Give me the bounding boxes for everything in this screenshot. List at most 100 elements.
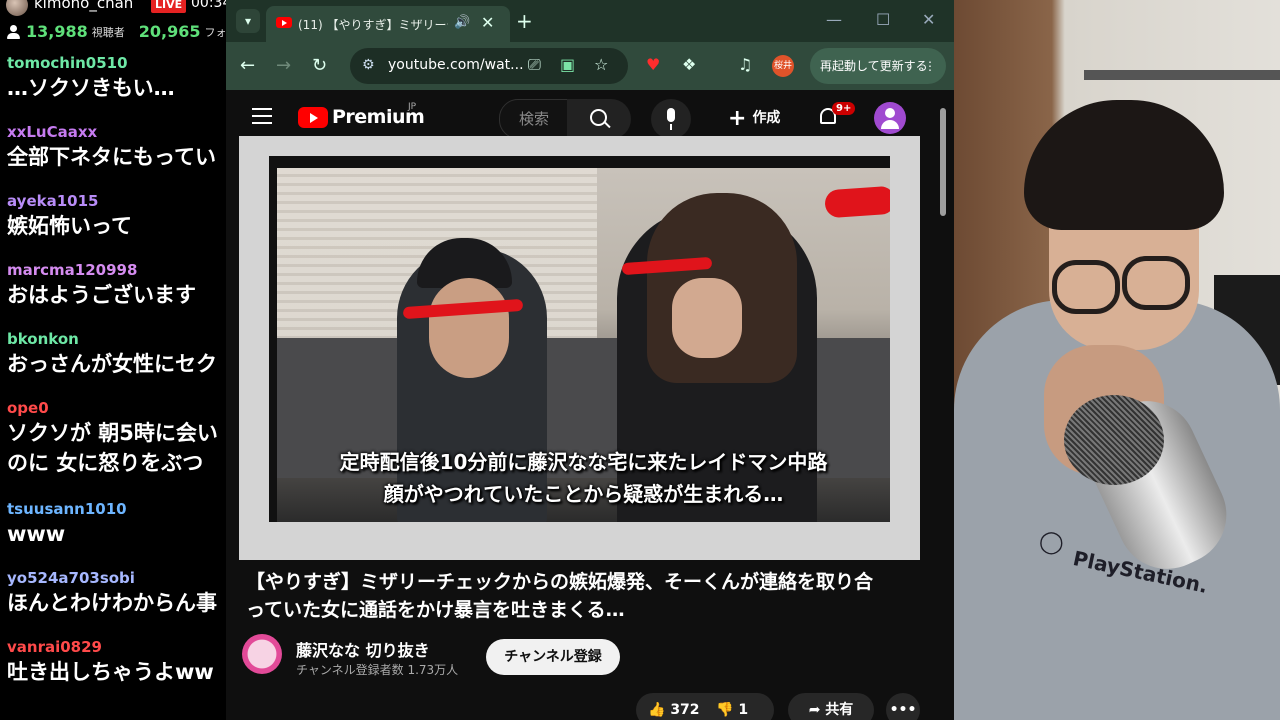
share-icon: ➦: [808, 702, 821, 718]
account-avatar[interactable]: [874, 102, 906, 134]
voice-search-button[interactable]: [651, 99, 691, 139]
bookmark-star-icon[interactable]: ☆: [594, 55, 608, 74]
relaunch-update-button[interactable]: 再起動して更新する ⋮: [810, 48, 946, 84]
like-dislike-group: 👍 372 👎 1: [636, 693, 774, 720]
create-button[interactable]: + 作成: [728, 106, 780, 131]
media-control-icon[interactable]: ♫: [738, 55, 752, 74]
chat-message: marcma120998 おはようございます: [7, 253, 226, 322]
chat-text: 嫉妬怖いって: [7, 214, 132, 238]
stream-stats: 13,988 視聴者 20,965 フォ: [6, 22, 226, 41]
create-label: 作成: [752, 110, 781, 126]
site-info-icon[interactable]: ⚙: [362, 57, 375, 73]
chat-text-continued: のに 女に怒りをぶつ: [7, 451, 204, 475]
browser-window: ▾ (11) 【やりすぎ】ミザリーチェック 🔊 ✕ + — ☐ ✕ ← → ↻ …: [226, 0, 954, 720]
viewer-label: 視聴者: [91, 25, 125, 39]
subscribe-button[interactable]: チャンネル登録: [486, 639, 620, 675]
close-tab-icon[interactable]: ✕: [481, 13, 494, 32]
like-button[interactable]: 👍 372: [648, 693, 700, 720]
thumbs-down-icon: 👎: [716, 702, 734, 718]
logo-region: JP: [408, 102, 417, 112]
chat-message: yo524a703sobi ほんとわけわからん事: [7, 561, 226, 630]
speaker-icon[interactable]: 🔊: [454, 15, 470, 30]
reload-icon[interactable]: ↻: [312, 55, 327, 76]
channel-name[interactable]: 藤沢なな 切り抜き: [296, 637, 430, 661]
chat-text: www: [7, 522, 66, 546]
streamer-webcam: ◯ PlayStation.: [954, 0, 1280, 720]
stream-time: 00:34: [191, 0, 226, 11]
chat-header: kimono_chan LIVE 00:34 13,988 視聴者 20,965…: [0, 0, 226, 46]
url-text: youtube.com/wat...: [388, 57, 524, 73]
back-icon[interactable]: ←: [240, 55, 255, 76]
profile-avatar[interactable]: 桜井: [772, 55, 794, 77]
lens-icon[interactable]: ▣: [560, 55, 575, 74]
live-badge: LIVE: [151, 0, 187, 13]
more-actions-button[interactable]: •••: [886, 693, 920, 720]
dislike-count: 1: [738, 702, 749, 718]
relaunch-update-label: 再起動して更新する: [820, 59, 928, 73]
forward-icon[interactable]: →: [276, 55, 291, 76]
minimize-icon[interactable]: —: [826, 10, 842, 29]
chat-username: bkonkon: [7, 330, 79, 348]
glasses: [1122, 256, 1190, 310]
stream-chat-panel: kimono_chan LIVE 00:34 13,988 視聴者 20,965…: [0, 0, 226, 720]
close-window-icon[interactable]: ✕: [922, 10, 935, 29]
search-icon: [590, 109, 607, 126]
video-title-line1: 【やりすぎ】ミザリーチェックからの嫉妬爆発、そーくんが連絡を取り合: [246, 571, 874, 593]
new-tab-button[interactable]: +: [516, 9, 533, 33]
install-app-icon[interactable]: ⎚: [528, 55, 541, 75]
chat-text: おはようございます: [7, 283, 196, 307]
maximize-icon[interactable]: ☐: [876, 10, 890, 29]
share-button[interactable]: ➦ 共有: [788, 693, 874, 720]
video-frame[interactable]: 定時配信後10分前に藤沢なな宅に来たレイドマン中路 顔がやつれていたことから疑惑…: [269, 156, 890, 522]
follower-label: フォ: [204, 25, 227, 39]
page-scrollbar[interactable]: [940, 108, 946, 216]
youtube-logo-icon[interactable]: [298, 107, 328, 128]
more-vertical-icon[interactable]: ⋮: [924, 48, 936, 84]
video-player[interactable]: 定時配信後10分前に藤沢なな宅に来たレイドマン中路 顔がやつれていたことから疑惑…: [239, 136, 920, 560]
streamer-avatar: [6, 0, 28, 16]
video-caption-line1: 定時配信後10分前に藤沢なな宅に来たレイドマン中路: [339, 450, 828, 474]
chat-text: 全部下ネタにもってい: [7, 145, 216, 169]
search-button[interactable]: [567, 99, 631, 139]
like-count: 372: [670, 702, 700, 718]
chat-message: bkonkon おっさんが女性にセク: [7, 322, 226, 391]
youtube-page: Premium JP 検索 + 作成 9+ 定時配信後10分前に藤沢なな宅に来た…: [226, 90, 954, 720]
dislike-button[interactable]: 👎 1: [716, 693, 748, 720]
channel-avatar[interactable]: [242, 634, 282, 674]
tab-title: (11) 【やりすぎ】ミザリーチェック: [298, 18, 448, 32]
follower-count: 20,965: [138, 22, 201, 41]
chat-message: ayeka1015 嫉妬怖いって: [7, 184, 226, 253]
hamburger-menu-icon[interactable]: [252, 108, 272, 124]
chat-message: tomochin0510 …ソクソきもい…: [7, 46, 226, 115]
chat-message: vanrai0829 吐き出しちゃうよww: [7, 630, 226, 699]
chat-username: ayeka1015: [7, 192, 99, 210]
chat-username: yo524a703sobi: [7, 569, 135, 587]
extension-heart-icon[interactable]: ♥: [646, 55, 660, 74]
address-bar[interactable]: ⚙ youtube.com/wat... ⎚ ▣ ☆: [350, 48, 628, 84]
chat-username: vanrai0829: [7, 638, 102, 656]
glasses: [1052, 260, 1120, 314]
playstation-logo-icon: ◯: [1039, 530, 1064, 555]
channel-subscriber-count: チャンネル登録者数 1.73万人: [296, 663, 459, 677]
tab-youtube[interactable]: (11) 【やりすぎ】ミザリーチェック 🔊 ✕: [266, 6, 510, 42]
thumbs-up-icon: 👍: [648, 702, 666, 718]
notification-badge: 9+: [832, 102, 856, 115]
streamer-name: kimono_chan: [34, 0, 134, 12]
censor-mark: [824, 185, 890, 219]
video-title: 【やりすぎ】ミザリーチェックからの嫉妬爆発、そーくんが連絡を取り合 っていた女に…: [246, 568, 936, 624]
chat-username: tsuusann1010: [7, 500, 127, 518]
tab-search-button[interactable]: ▾: [236, 9, 260, 33]
chat-message: ope0 ソクソが 朝5時に会い のに 女に怒りをぶつ: [7, 391, 226, 492]
viewer-icon: [6, 24, 22, 40]
chat-text: 吐き出しちゃうよww: [7, 660, 214, 684]
video-title-line2: っていた女に通話をかけ暴言を吐きまくる…: [246, 599, 625, 621]
chat-message: tsuusann1010 www: [7, 492, 226, 561]
chat-username: ope0: [7, 399, 49, 417]
chat-text: ほんとわけわからん事: [7, 591, 217, 615]
browser-toolbar: ← → ↻ ⚙ youtube.com/wat... ⎚ ▣ ☆ ♥ ❖ ♫ 桜…: [226, 42, 954, 90]
extensions-puzzle-icon[interactable]: ❖: [682, 55, 696, 74]
chat-username: marcma120998: [7, 261, 138, 279]
chat-text: ソクソが 朝5時に会い: [7, 421, 218, 445]
search-input[interactable]: 検索: [499, 99, 569, 139]
viewer-count: 13,988: [26, 22, 88, 41]
